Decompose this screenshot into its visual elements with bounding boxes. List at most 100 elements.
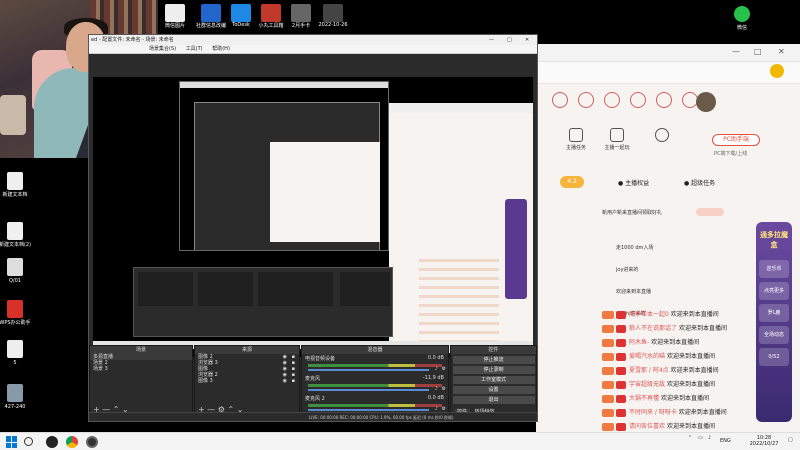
taskbar: ⌃ ▭ ♪ ENG 10:28 2022/10/27 ▢ [0,432,800,450]
volume-icon[interactable]: ♪ [708,435,711,441]
start-icon[interactable] [6,436,18,448]
close-button[interactable]: ✕ [778,47,785,56]
desktop-top-icon[interactable] [291,4,311,22]
obs-close-button[interactable]: ✕ [525,35,529,45]
menu-scene-collection[interactable]: 场景集合(S) [149,46,176,52]
fan-badge [616,352,626,361]
desktop-left-icon[interactable]: 5 [0,340,34,366]
obs-app-icon[interactable] [86,436,98,448]
desktop-top-icon[interactable] [231,4,251,22]
desktop-left-icon[interactable]: Q/01 [0,258,34,284]
desktop-top-icon[interactable] [323,4,343,22]
obs-menubar: 场景集合(S) 工具(T) 帮助(H) [89,45,537,54]
maximize-button[interactable]: □ [754,47,762,56]
section-action[interactable] [696,208,724,216]
volume-slider[interactable] [308,369,429,371]
level-badge [602,338,614,347]
desktop-top-icon[interactable] [261,4,281,22]
chat-user[interactable]: 狼人不在说那话了 [629,325,677,332]
pc-helper-button[interactable]: PC助手端 [712,134,760,146]
desktop-top-icon[interactable] [201,4,221,22]
nav-icon[interactable] [656,92,672,108]
control-button[interactable]: 退出 [452,396,535,404]
search-icon[interactable] [24,437,33,446]
live-nav[interactable] [650,128,674,142]
chat-text: 欢迎来到本直播间 [666,423,715,430]
gear-icon[interactable]: ⚙ [442,366,446,372]
network-icon[interactable]: ▭ [698,435,703,441]
anchor-task-nav[interactable]: 主播任务 [562,128,590,151]
obs-minimize-button[interactable]: — [489,35,494,45]
control-button[interactable]: 设置 [452,386,535,394]
obs-window-title: ed - 配置文件: 未命名 - 场景: 未命名 [91,37,174,43]
desktop-left-icon-label: 新建文本档(2) [0,242,32,248]
chat-message: 宇宙超级无敌 欢迎来到本直播间 [602,378,782,392]
desktop-left-icon[interactable]: 427-240 [0,384,34,410]
chat-user[interactable]: 大锅不再懂 [629,395,659,402]
file-icon [7,258,23,276]
volume-slider[interactable] [308,409,429,411]
mixer-track-name: 麦克风 2 [305,396,325,402]
desktop-left-icon[interactable]: 新建文本档(2) [0,222,34,248]
file-icon [7,300,23,318]
gift-banner-item[interactable]: 逆乐币 [759,260,789,278]
volume-slider[interactable] [308,389,429,391]
tab-super-task[interactable]: ● 超级任务 [684,178,715,187]
chat-user[interactable]: 爱喝汽水的喵 [629,353,665,360]
clock[interactable]: 10:28 2022/10/27 [744,435,784,447]
chat-user[interactable]: 不时同来 / 呀呀卡 [629,409,677,416]
desktop-top-icon-label: 微信图片 [164,23,185,29]
control-button[interactable]: 停止录制 [452,366,535,374]
nav-icon[interactable] [578,92,594,108]
obs-maximize-button[interactable]: □ [507,35,512,45]
speaker-icon[interactable]: ♪ [435,386,438,392]
desktop-left-icon[interactable]: 新建文本档 [0,172,34,198]
browser-titlebar: — □ ✕ [536,44,800,62]
chat-user[interactable]: 阿木鱼- [629,339,649,346]
input-language[interactable]: ENG [720,438,731,444]
chat-text: 欢迎来到本直播间 [670,311,719,318]
wechat-shortcut[interactable]: 微信 [732,6,752,31]
scene-item[interactable]: 场景 3 [90,366,192,372]
camera-app-icon[interactable] [46,436,58,448]
avatar[interactable] [696,92,716,112]
nav-icon[interactable] [552,92,568,108]
minimize-button[interactable]: — [732,47,740,56]
chat-message: 阿木鱼- 欢迎来到本直播间 [602,336,782,350]
wechat-icon [734,6,750,22]
gift-banner-item[interactable]: 点亮更多 [759,282,789,300]
chat-user[interactable]: 夏雪那 / 阿4点 [629,367,669,374]
chat-user[interactable]: 宇宙超级无敌 [629,381,665,388]
tray-arrow-icon[interactable]: ⌃ [688,435,692,441]
chrome-icon[interactable] [66,436,78,448]
control-button[interactable]: 停止推流 [452,356,535,364]
file-icon [7,340,23,358]
chat-text: 欢迎来到本直播间 [660,395,709,402]
desktop-left-icon[interactable]: WPS办公助手 [0,300,34,326]
fan-badge [616,366,626,375]
source-item-label: 图像 3 [198,378,213,384]
source-item[interactable]: 图像 3 ◉ ▪ [195,378,299,384]
lock-icon[interactable]: ▪ [292,378,295,384]
chat-text: 欢迎来到本直播间 [666,353,715,360]
menu-help[interactable]: 帮助(H) [212,46,230,52]
anchor-play-nav[interactable]: 主播一起玩 [602,128,632,151]
volume-meter [308,404,442,407]
nav-icon[interactable] [604,92,620,108]
notification-icon[interactable]: ▢ [788,437,793,443]
chat-user[interactable]: 雨季带本一起0 [629,311,669,318]
chat-user[interactable]: 请问各位喜欢 [629,423,665,430]
speaker-icon[interactable]: ♪ [435,366,438,372]
browser-chip[interactable]: 4.2 [560,176,584,188]
mixer-track-name: 麦克风 [305,376,321,382]
nav-icon[interactable] [630,92,646,108]
level-badge [602,380,614,389]
gear-icon[interactable]: ⚙ [442,386,446,392]
eye-icon[interactable]: ◉ [283,378,287,384]
tab-super-task-label: 超级任务 [691,180,716,187]
desktop-top-icon[interactable] [165,4,185,22]
anchor-play-label: 主播一起玩 [604,145,630,151]
tab-anchor-rights[interactable]: ● 主播权益 [618,178,649,187]
menu-tools[interactable]: 工具(T) [186,46,203,52]
control-button[interactable]: 工作室模式 [452,376,535,384]
